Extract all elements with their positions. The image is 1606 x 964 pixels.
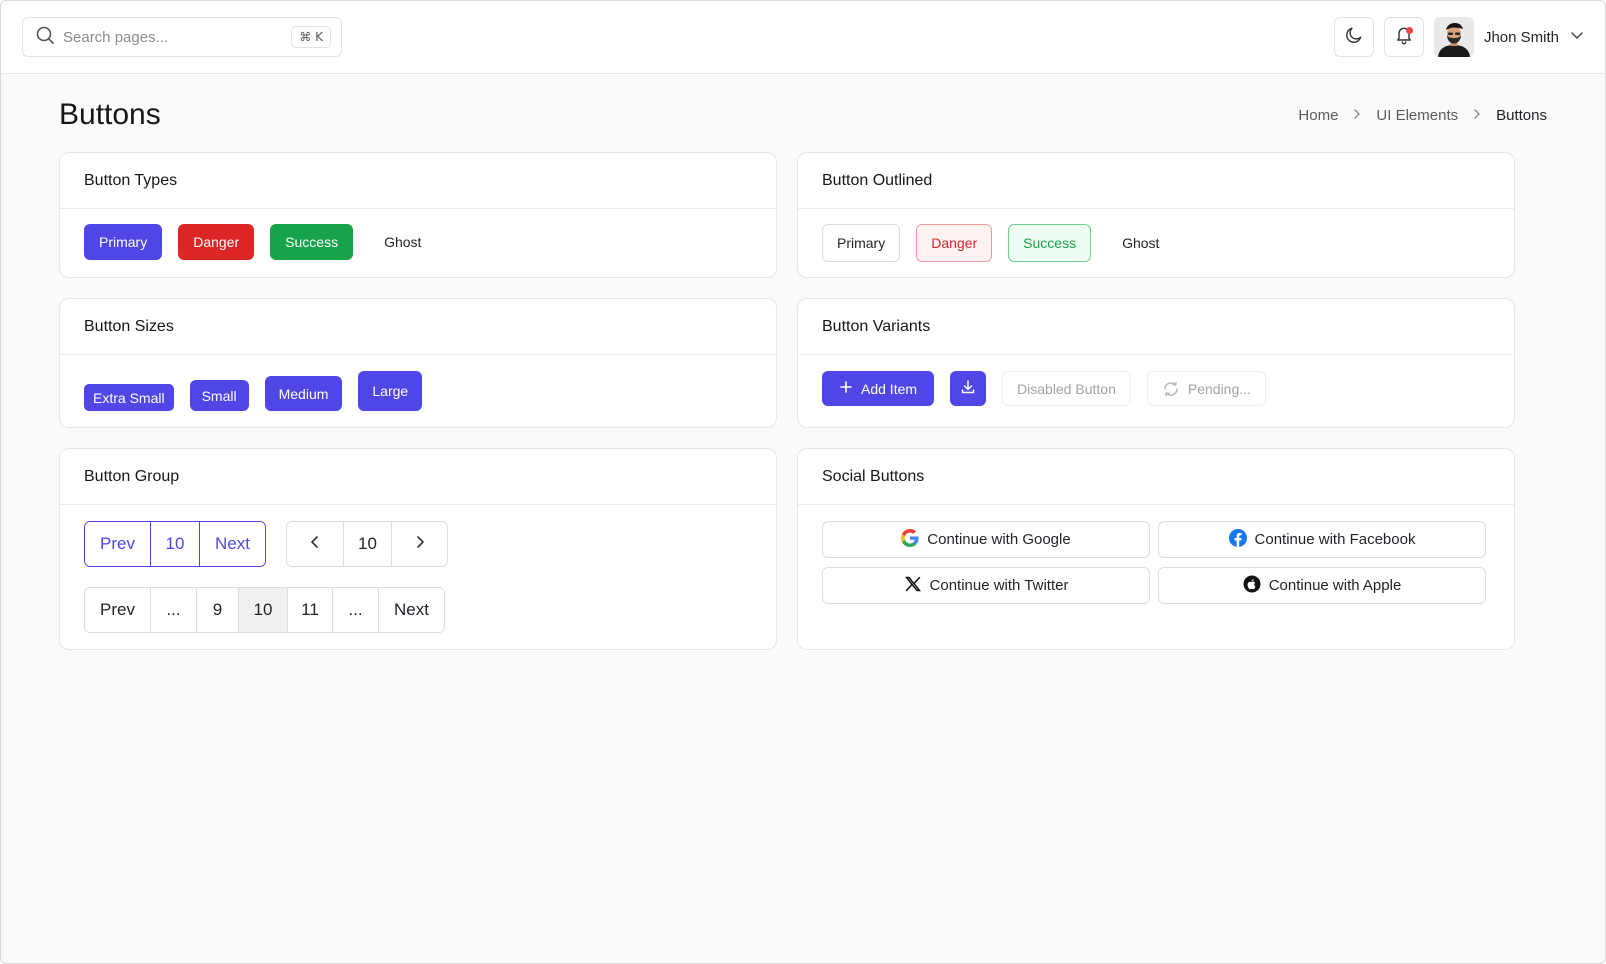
card-body: Primary Danger Success Ghost bbox=[60, 209, 776, 277]
chevron-down-icon bbox=[1569, 27, 1585, 48]
chevron-right-icon bbox=[1472, 107, 1482, 124]
cards-grid: Button Types Primary Danger Success Ghos… bbox=[59, 152, 1547, 650]
large-button[interactable]: Large bbox=[358, 371, 423, 411]
theme-toggle-button[interactable] bbox=[1333, 17, 1374, 57]
search-box[interactable]: ⌘ K bbox=[22, 17, 342, 57]
download-button[interactable] bbox=[950, 371, 987, 406]
button-sizes-card: Button Sizes Extra Small Small Medium La… bbox=[59, 298, 777, 428]
group-next-button[interactable]: Next bbox=[199, 522, 265, 566]
page-header: Buttons Home UI Elements Buttons bbox=[59, 74, 1547, 152]
top-bar: ⌘ K bbox=[1, 1, 1605, 74]
pagination-page-11[interactable]: 11 bbox=[287, 588, 332, 632]
card-title: Button Variants bbox=[798, 299, 1514, 355]
extra-small-button[interactable]: Extra Small bbox=[84, 384, 174, 411]
outlined-danger-button[interactable]: Danger bbox=[916, 224, 993, 262]
danger-button[interactable]: Danger bbox=[178, 224, 255, 260]
card-title: Button Outlined bbox=[798, 153, 1514, 209]
breadcrumb-ui-elements-link[interactable]: UI Elements bbox=[1376, 107, 1458, 124]
twitter-button-label: Continue with Twitter bbox=[929, 577, 1069, 594]
card-title: Button Group bbox=[60, 449, 776, 505]
pagination: Prev ... 9 10 11 ... Next bbox=[84, 587, 445, 633]
apple-button-label: Continue with Apple bbox=[1268, 577, 1402, 594]
pending-button[interactable]: Pending... bbox=[1146, 371, 1266, 406]
card-title: Social Buttons bbox=[798, 449, 1514, 505]
app-window: ⌘ K bbox=[0, 0, 1606, 964]
facebook-button-label: Continue with Facebook bbox=[1254, 531, 1416, 548]
user-menu[interactable]: Jhon Smith bbox=[1433, 17, 1585, 57]
disabled-button[interactable]: Disabled Button bbox=[1002, 371, 1131, 406]
success-button[interactable]: Success bbox=[270, 224, 354, 260]
user-name: Jhon Smith bbox=[1483, 28, 1559, 46]
spinner-icon bbox=[1162, 380, 1180, 398]
card-body: Primary Danger Success Ghost bbox=[798, 209, 1514, 277]
card-body: Extra Small Small Medium Large bbox=[60, 355, 776, 427]
google-icon bbox=[901, 528, 919, 551]
button-group-row: Prev 10 Next 10 bbox=[84, 521, 448, 567]
google-button[interactable]: Continue with Google bbox=[822, 521, 1150, 558]
card-title: Button Sizes bbox=[60, 299, 776, 355]
card-body: Continue with Google Continue with Faceb… bbox=[798, 505, 1514, 646]
card-body: Prev 10 Next 10 Prev ... 9 10 11 ... Nex… bbox=[60, 505, 776, 649]
group-prev-button[interactable]: Prev bbox=[85, 522, 150, 566]
ghost-button[interactable]: Ghost bbox=[369, 224, 436, 260]
facebook-icon bbox=[1228, 528, 1247, 551]
blue-button-group: Prev 10 Next bbox=[84, 521, 266, 567]
plus-icon bbox=[839, 380, 853, 397]
arrow-button-group: 10 bbox=[286, 521, 448, 567]
search-icon bbox=[35, 25, 55, 50]
search-input[interactable] bbox=[63, 28, 284, 46]
search-shortcut-badge: ⌘ K bbox=[291, 26, 331, 48]
breadcrumb-home-link[interactable]: Home bbox=[1298, 107, 1338, 124]
button-variants-card: Button Variants Add Item Disabled Button… bbox=[797, 298, 1515, 428]
page-title: Buttons bbox=[59, 98, 161, 131]
avatar bbox=[1433, 17, 1474, 57]
header-actions: Jhon Smith bbox=[1333, 17, 1585, 57]
apple-button[interactable]: Continue with Apple bbox=[1158, 567, 1486, 604]
outlined-primary-button[interactable]: Primary bbox=[822, 224, 901, 262]
pending-label: Pending... bbox=[1187, 380, 1251, 397]
pagination-prev-button[interactable]: Prev bbox=[85, 588, 150, 632]
breadcrumb-current: Buttons bbox=[1496, 106, 1547, 124]
button-outlined-card: Button Outlined Primary Danger Success G… bbox=[797, 152, 1515, 278]
facebook-button[interactable]: Continue with Facebook bbox=[1158, 521, 1486, 558]
google-button-label: Continue with Google bbox=[927, 531, 1071, 548]
moon-icon bbox=[1344, 25, 1364, 50]
apple-icon bbox=[1243, 575, 1261, 597]
button-types-card: Button Types Primary Danger Success Ghos… bbox=[59, 152, 777, 278]
card-title: Button Types bbox=[60, 153, 776, 209]
add-item-button[interactable]: Add Item bbox=[822, 371, 935, 406]
add-item-label: Add Item bbox=[861, 380, 918, 397]
group-page-button[interactable]: 10 bbox=[150, 522, 199, 566]
notification-dot bbox=[1405, 27, 1413, 34]
pagination-page-9[interactable]: 9 bbox=[196, 588, 238, 632]
social-buttons-card: Social Buttons Continue with Google Cont… bbox=[797, 448, 1515, 650]
chevron-left-icon bbox=[308, 534, 322, 555]
outlined-success-button[interactable]: Success bbox=[1008, 224, 1092, 262]
pagination-page-10[interactable]: 10 bbox=[238, 588, 287, 632]
pagination-ellipsis[interactable]: ... bbox=[332, 588, 378, 632]
notifications-button[interactable] bbox=[1383, 17, 1424, 57]
group-current-page[interactable]: 10 bbox=[343, 522, 391, 566]
medium-button[interactable]: Medium bbox=[264, 376, 343, 411]
pagination-ellipsis[interactable]: ... bbox=[150, 588, 196, 632]
twitter-button[interactable]: Continue with Twitter bbox=[822, 567, 1150, 604]
small-button[interactable]: Small bbox=[189, 380, 249, 411]
card-body: Add Item Disabled Button Pending... bbox=[798, 355, 1514, 425]
outlined-ghost-button[interactable]: Ghost bbox=[1107, 225, 1174, 261]
primary-button[interactable]: Primary bbox=[84, 224, 163, 260]
breadcrumb: Home UI Elements Buttons bbox=[1298, 107, 1547, 124]
chevron-right-icon bbox=[1352, 107, 1362, 124]
download-icon bbox=[960, 379, 976, 398]
button-group-card: Button Group Prev 10 Next 10 Prev ... 9 … bbox=[59, 448, 777, 650]
main-content: Buttons Home UI Elements Buttons Button … bbox=[1, 74, 1605, 650]
x-twitter-icon bbox=[904, 575, 922, 597]
group-previous-arrow-button[interactable] bbox=[287, 522, 343, 566]
pagination-next-button[interactable]: Next bbox=[378, 588, 444, 632]
group-next-arrow-button[interactable] bbox=[391, 522, 447, 566]
chevron-right-icon bbox=[413, 534, 427, 555]
